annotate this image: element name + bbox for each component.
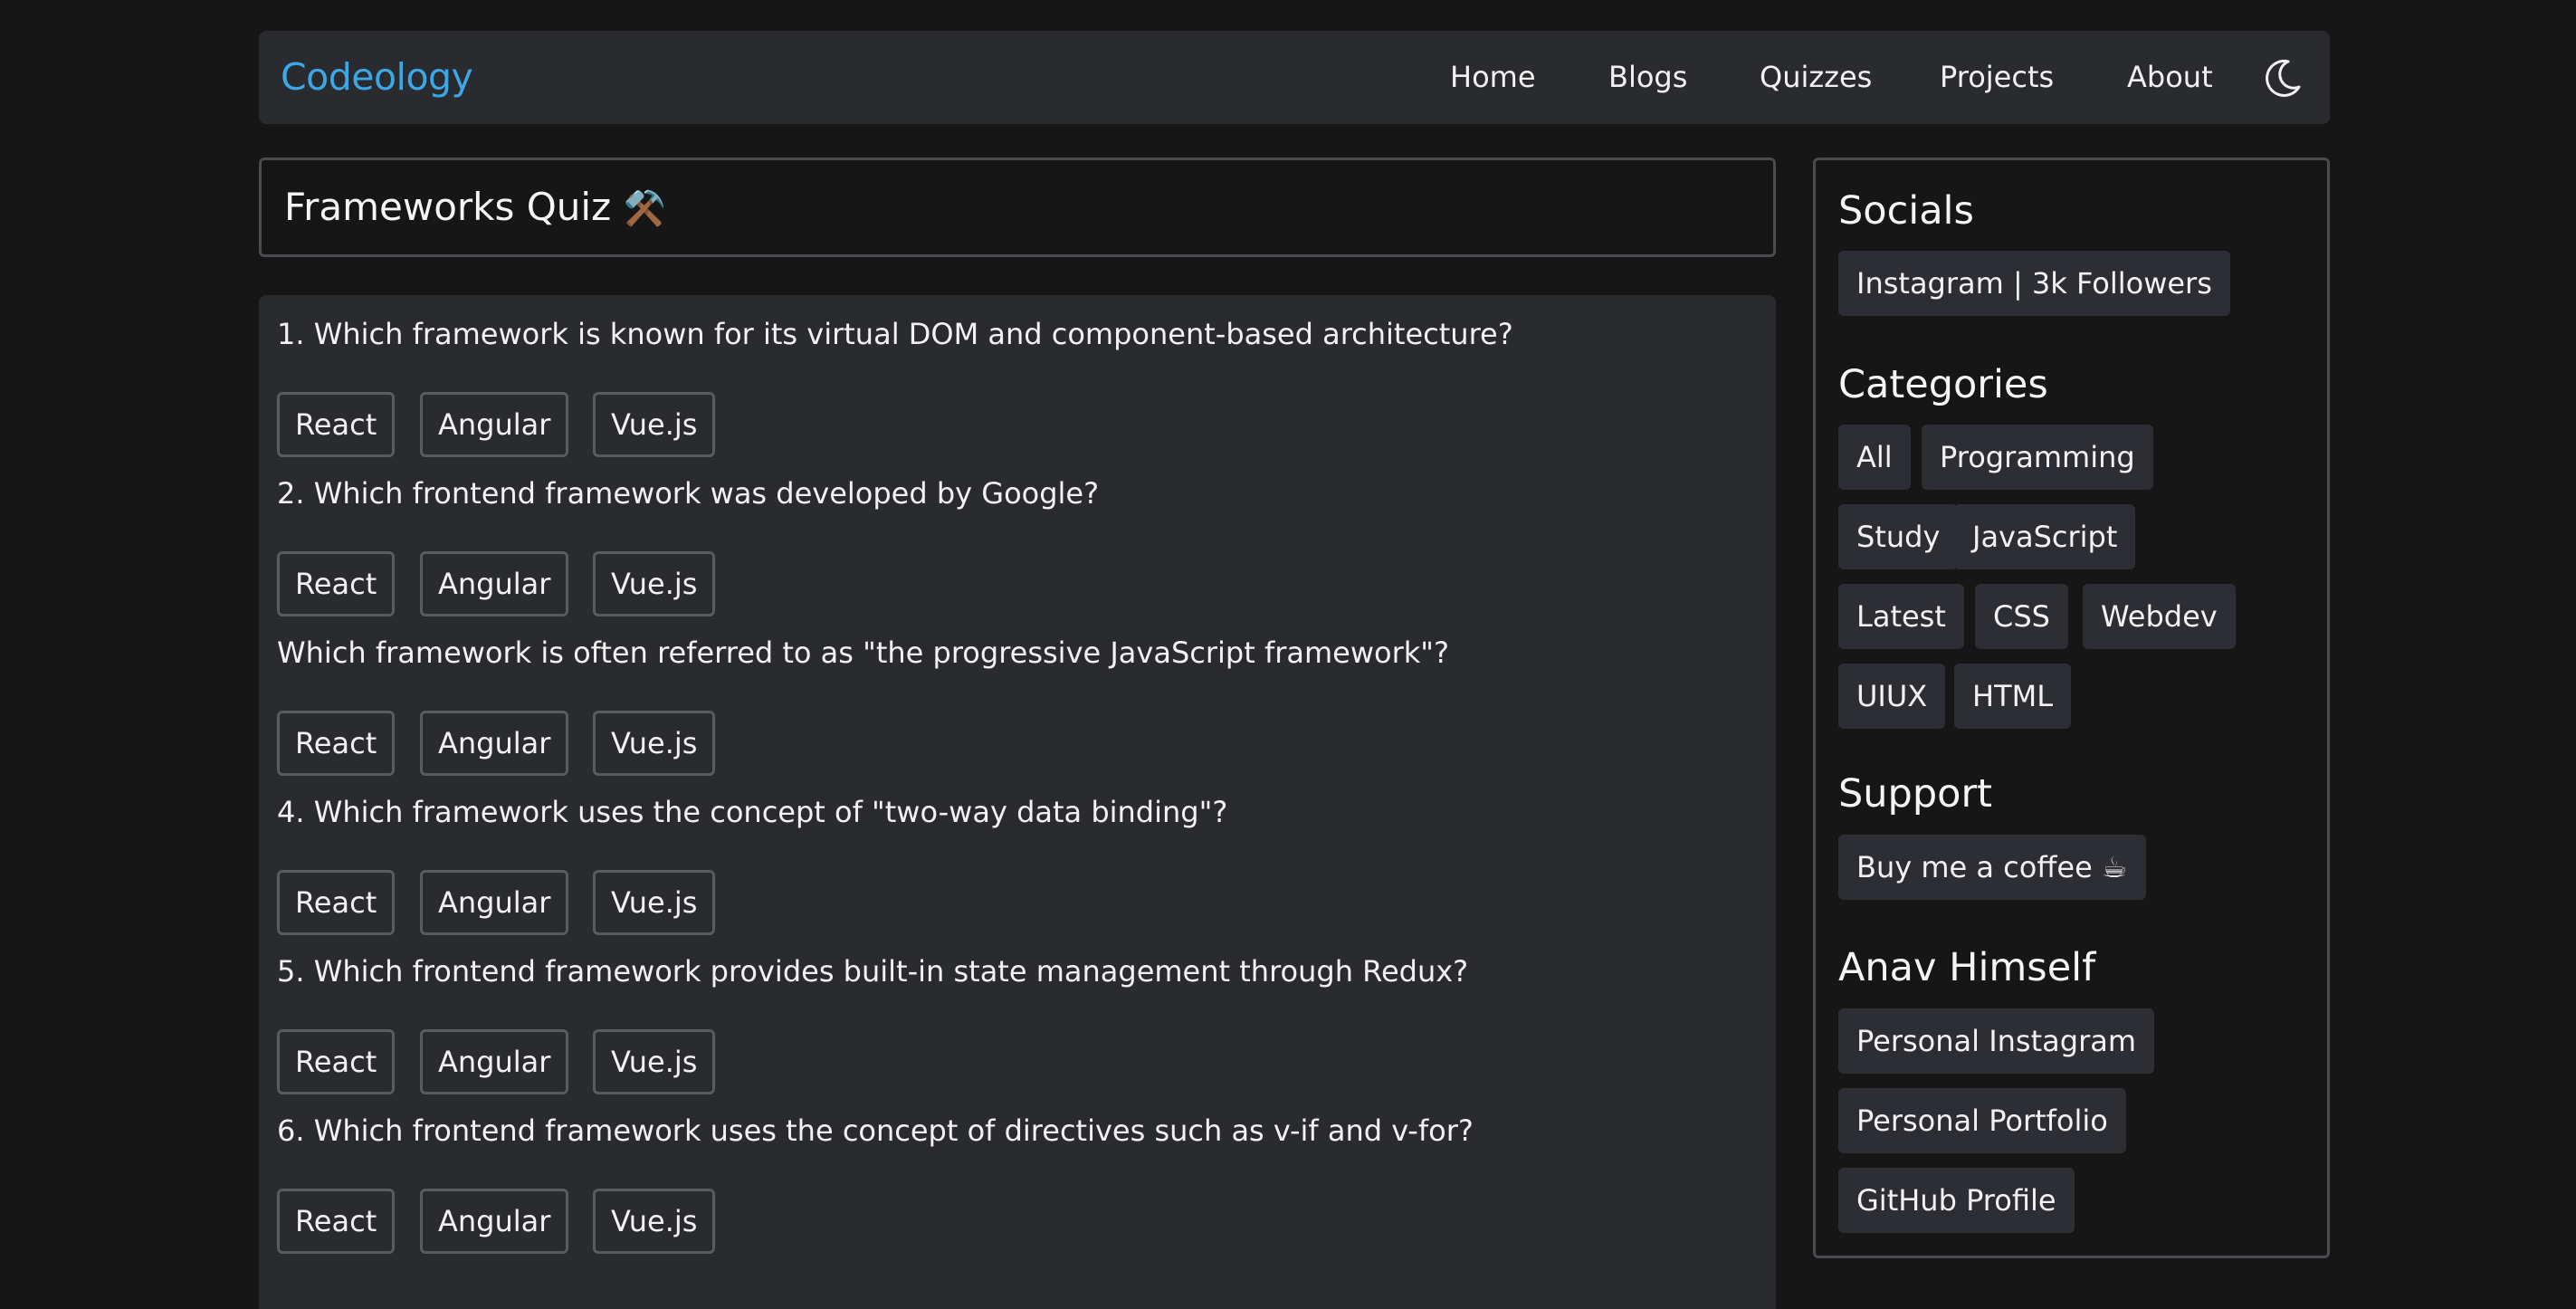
option-react[interactable]: React	[277, 1029, 396, 1094]
author-heading: Anav Himself	[1838, 945, 2096, 990]
category-webdev[interactable]: Webdev	[2083, 584, 2236, 649]
personal-instagram-link[interactable]: Personal Instagram	[1838, 1008, 2154, 1074]
option-react[interactable]: React	[277, 1189, 396, 1254]
question-text: Which framework is often referred to as …	[277, 635, 1449, 670]
option-vuejs[interactable]: Vue.js	[593, 551, 716, 616]
category-study[interactable]: Study	[1838, 504, 1959, 569]
category-javascript[interactable]: JavaScript	[1954, 504, 2136, 569]
sidebar: Socials Instagram | 3k Followers Categor…	[1813, 158, 2330, 1258]
option-angular[interactable]: Angular	[420, 1189, 569, 1254]
option-react[interactable]: React	[277, 551, 396, 616]
navbar: Codeology Home Blogs Quizzes Projects Ab…	[259, 31, 2330, 124]
category-uiux[interactable]: UIUX	[1838, 664, 1946, 729]
category-html[interactable]: HTML	[1954, 664, 2072, 729]
question-text: 2. Which frontend framework was develope…	[277, 476, 1100, 511]
question-text: 6. Which frontend framework uses the con…	[277, 1113, 1474, 1148]
support-heading: Support	[1838, 771, 1992, 817]
option-vuejs[interactable]: Vue.js	[593, 711, 716, 776]
category-css[interactable]: CSS	[1975, 584, 2068, 649]
option-angular[interactable]: Angular	[420, 392, 569, 457]
option-react[interactable]: React	[277, 392, 396, 457]
quiz-title: Frameworks Quiz	[284, 185, 612, 229]
categories-heading: Categories	[1838, 362, 2048, 407]
brand-logo[interactable]: Codeology	[281, 31, 473, 124]
option-vuejs[interactable]: Vue.js	[593, 1189, 716, 1254]
nav-link-about[interactable]: About	[2127, 31, 2213, 124]
nav-link-quizzes[interactable]: Quizzes	[1760, 31, 1872, 124]
moon-icon[interactable]	[2261, 56, 2304, 100]
category-all[interactable]: All	[1838, 425, 1911, 490]
nav-link-projects[interactable]: Projects	[1940, 31, 2054, 124]
quiz-panel: 1. Which framework is known for its virt…	[259, 295, 1776, 1309]
option-vuejs[interactable]: Vue.js	[593, 870, 716, 935]
question-text: 4. Which framework uses the concept of "…	[277, 795, 1228, 829]
option-angular[interactable]: Angular	[420, 551, 569, 616]
option-vuejs[interactable]: Vue.js	[593, 1029, 716, 1094]
nav-link-blogs[interactable]: Blogs	[1608, 31, 1687, 124]
option-angular[interactable]: Angular	[420, 711, 569, 776]
category-programming[interactable]: Programming	[1922, 425, 2153, 490]
nav-link-home[interactable]: Home	[1450, 31, 1536, 124]
github-profile-link[interactable]: GitHub Profile	[1838, 1168, 2075, 1233]
buy-coffee-button[interactable]: Buy me a coffee ☕	[1838, 835, 2146, 900]
question-text: 5. Which frontend framework provides bui…	[277, 954, 1469, 989]
instagram-link[interactable]: Instagram | 3k Followers	[1838, 251, 2230, 316]
quiz-title-box: Frameworks Quiz ⚒️	[259, 158, 1776, 257]
option-react[interactable]: React	[277, 711, 396, 776]
question-text: 1. Which framework is known for its virt…	[277, 317, 1513, 351]
option-angular[interactable]: Angular	[420, 1029, 569, 1094]
option-angular[interactable]: Angular	[420, 870, 569, 935]
option-vuejs[interactable]: Vue.js	[593, 392, 716, 457]
page-title: Frameworks Quiz ⚒️	[284, 160, 666, 254]
personal-portfolio-link[interactable]: Personal Portfolio	[1838, 1088, 2126, 1153]
socials-heading: Socials	[1838, 188, 1974, 234]
hammer-pick-icon: ⚒️	[623, 188, 666, 228]
category-latest[interactable]: Latest	[1838, 584, 1964, 649]
option-react[interactable]: React	[277, 870, 396, 935]
